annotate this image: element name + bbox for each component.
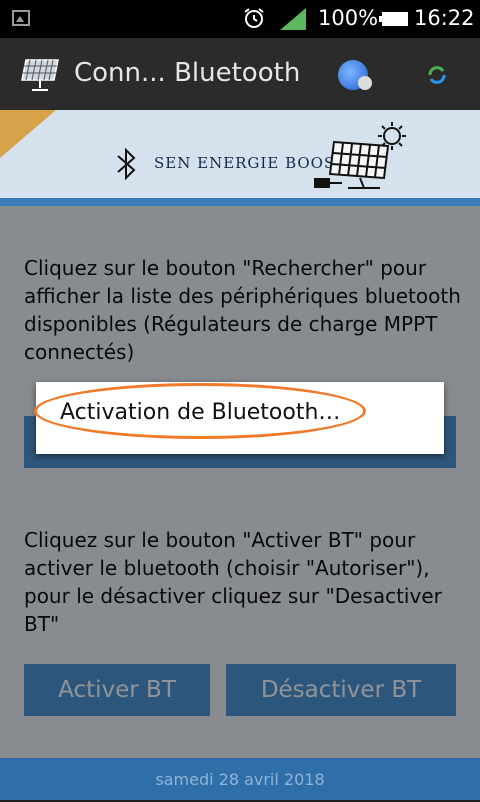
- battery-percent: 100%: [318, 6, 379, 30]
- signal-icon: [280, 8, 306, 30]
- refresh-icon[interactable]: [426, 64, 448, 86]
- screen-title: Conn... Bluetooth: [74, 58, 301, 88]
- bluetooth-icon: [117, 147, 136, 181]
- solar-panel-logo-icon[interactable]: [20, 56, 62, 92]
- banner-corner: [0, 110, 56, 158]
- brand-banner: SEN ENERGIE BOOSTER: [0, 110, 480, 206]
- battery-icon: [379, 12, 408, 26]
- footer-date: samedi 28 avril 2018: [0, 758, 480, 800]
- dialog-scrim: [0, 206, 480, 758]
- alarm-icon: [244, 8, 264, 28]
- search-globe-icon[interactable]: [338, 60, 372, 90]
- status-bar: 100% 16:22: [0, 0, 480, 38]
- action-bar: Conn... Bluetooth: [0, 38, 480, 110]
- clock: 16:22: [414, 6, 475, 30]
- gallery-icon: [12, 10, 30, 26]
- solar-panel-illustration: [314, 122, 406, 189]
- highlight-ellipse: [34, 383, 366, 439]
